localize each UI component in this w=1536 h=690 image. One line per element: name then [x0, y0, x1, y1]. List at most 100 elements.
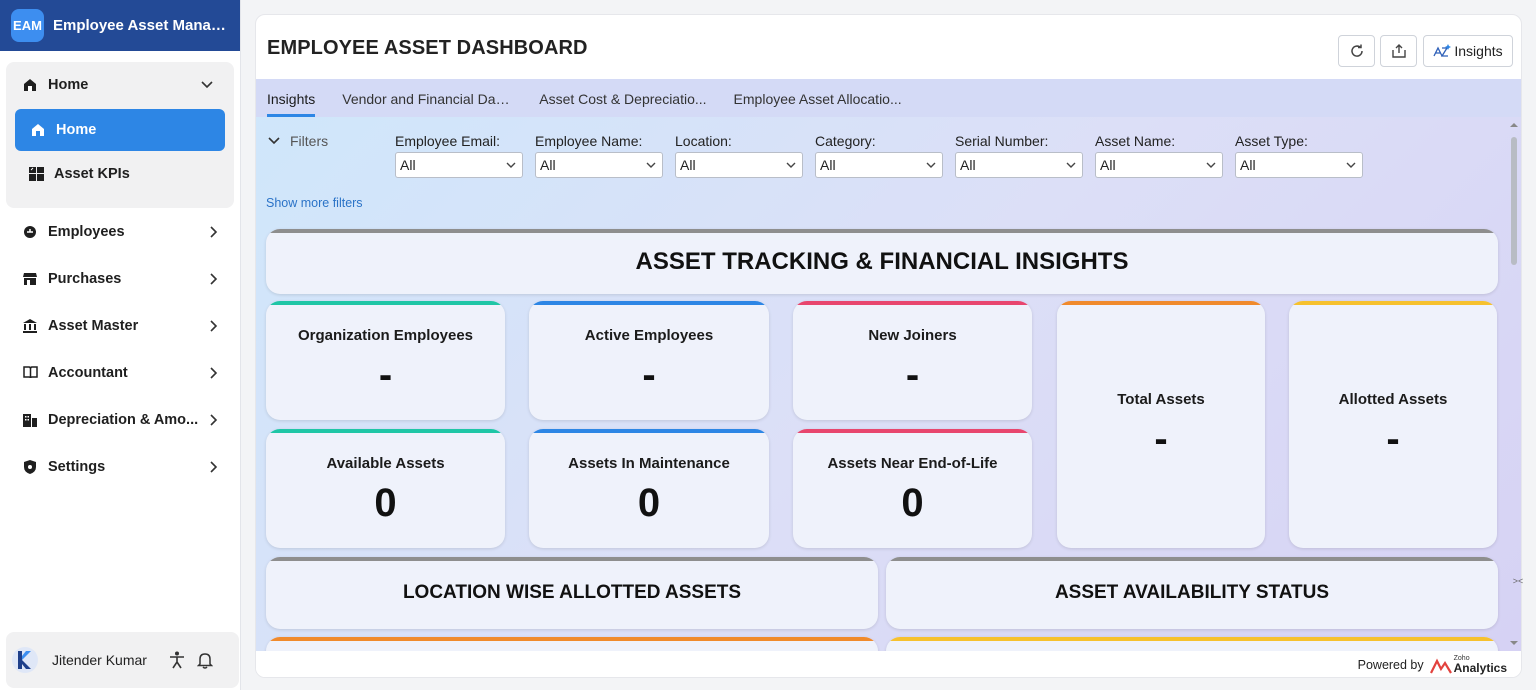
kpi-card[interactable]: Organization Employees -	[266, 301, 505, 420]
asset-type-select[interactable]: All	[1235, 152, 1363, 178]
tab-vendor-financial[interactable]: Vendor and Financial Das...	[342, 91, 512, 117]
chevron-down-icon	[786, 162, 796, 168]
sidebar-item-purchases[interactable]: Purchases	[0, 255, 240, 302]
kpi-card[interactable]: Assets Near End-of-Life 0	[793, 429, 1032, 548]
kpi-card[interactable]: Total Assets -	[1057, 301, 1265, 548]
kpi-title: Allotted Assets	[1338, 391, 1448, 408]
kpi-card[interactable]: Available Assets 0	[266, 429, 505, 548]
building-icon	[22, 412, 38, 428]
tab-asset-cost[interactable]: Asset Cost & Depreciatio...	[539, 91, 706, 117]
show-more-filters-link[interactable]: Show more filters	[266, 196, 363, 210]
powered-by-label: Powered by	[1357, 657, 1424, 672]
kpi-value: 0	[637, 481, 661, 525]
filter-location: Location: All	[675, 133, 803, 178]
filter-employee-name: Employee Name: All	[535, 133, 663, 178]
scroll-down-icon[interactable]	[1508, 639, 1520, 647]
accessibility-icon[interactable]	[168, 651, 186, 669]
chevron-down-icon	[1346, 162, 1356, 168]
export-button[interactable]	[1380, 35, 1417, 67]
sidebar-item-label: Settings	[48, 458, 106, 475]
chevron-right-icon[interactable]	[206, 366, 220, 380]
app-title[interactable]: Employee Asset Manage...	[53, 17, 231, 34]
chart-card	[266, 637, 878, 651]
scroll-up-icon[interactable]	[1508, 121, 1520, 129]
powered-by[interactable]: Powered by Zoho Analytics	[1358, 655, 1507, 674]
chevron-right-icon[interactable]	[206, 460, 220, 474]
kpi-card[interactable]: Allotted Assets -	[1289, 301, 1497, 548]
card-accent-bar	[529, 301, 769, 305]
kpi-title: Assets Near End-of-Life	[827, 455, 998, 472]
zoho-analytics-logo: Zoho Analytics	[1429, 655, 1507, 675]
sidebar-item-label: Asset KPIs	[54, 166, 130, 182]
tab-insights[interactable]: Insights	[267, 91, 316, 117]
user-name: Jitender Kumar	[52, 652, 147, 668]
chevron-down-icon[interactable]	[200, 77, 214, 91]
filter-category: Category: All	[815, 133, 943, 178]
kpi-value: -	[378, 353, 393, 397]
sidebar-item-depreciation[interactable]: Depreciation & Amo...	[0, 396, 240, 443]
filter-label: Category:	[815, 133, 876, 149]
chevron-down-icon	[1066, 162, 1076, 168]
kpi-card[interactable]: Assets In Maintenance 0	[529, 429, 769, 548]
kpi-card[interactable]: New Joiners -	[793, 301, 1032, 420]
sidebar-item-employees[interactable]: Employees	[0, 208, 240, 255]
brand-big: Analytics	[1453, 661, 1507, 675]
chevron-right-icon[interactable]	[206, 272, 220, 286]
category-select[interactable]: All	[815, 152, 943, 178]
sidebar-item-home[interactable]: Home	[15, 109, 225, 151]
avatar[interactable]	[12, 647, 38, 673]
scroll-thumb[interactable]	[1511, 137, 1517, 265]
kpi-title: Total Assets	[1117, 391, 1205, 408]
filters-toggle[interactable]: Filters	[268, 133, 328, 149]
employee-email-select[interactable]: All	[395, 152, 523, 178]
sidebar-item-label: Depreciation & Amo...	[48, 411, 199, 428]
card-accent-bar	[793, 429, 1032, 433]
card-accent-bar	[266, 637, 878, 641]
sidebar-item-asset-kpis[interactable]: Asset KPIs	[6, 155, 234, 193]
card-accent-bar	[793, 301, 1032, 305]
sidebar-item-accountant[interactable]: Accountant	[0, 349, 240, 396]
bell-icon[interactable]	[196, 651, 214, 669]
filter-asset-name: Asset Name: All	[1095, 133, 1223, 178]
tab-employee-allocation[interactable]: Employee Asset Allocatio...	[734, 91, 902, 117]
home-icon	[30, 122, 46, 138]
employees-icon	[22, 224, 38, 240]
kpi-title: Available Assets	[326, 455, 445, 472]
insights-button[interactable]: Insights	[1423, 35, 1513, 67]
chevron-right-icon[interactable]	[206, 413, 220, 427]
user-profile[interactable]: Jitender Kumar	[6, 632, 239, 688]
sidebar-item-asset-master[interactable]: Asset Master	[0, 302, 240, 349]
book-icon	[22, 365, 38, 381]
serial-number-select[interactable]: All	[955, 152, 1083, 178]
shield-icon	[22, 459, 38, 475]
filters-label: Filters	[290, 133, 329, 149]
sidebar-item-label: Asset Master	[48, 317, 139, 334]
kpi-value: -	[1386, 417, 1400, 461]
location-select[interactable]: All	[675, 152, 803, 178]
app-logo[interactable]: EAM	[11, 9, 44, 42]
analytics-logo-icon	[1429, 658, 1452, 674]
select-value: All	[540, 157, 556, 173]
employee-name-select[interactable]: All	[535, 152, 663, 178]
dashboard-tabs: Insights Vendor and Financial Das... Ass…	[256, 79, 1521, 117]
kpi-value: 0	[374, 481, 397, 525]
chevron-right-icon[interactable]	[206, 225, 220, 239]
sidebar-item-label: Accountant	[48, 364, 128, 381]
sidebar: EAM Employee Asset Manage... Home Home A…	[0, 0, 241, 690]
refresh-button[interactable]	[1338, 35, 1375, 67]
chevron-right-icon[interactable]	[206, 319, 220, 333]
kpi-card[interactable]: Active Employees -	[529, 301, 769, 420]
kpi-title: Organization Employees	[297, 327, 474, 344]
chevron-down-icon	[268, 137, 280, 145]
home-icon	[22, 77, 38, 93]
filter-label: Serial Number:	[955, 133, 1049, 149]
collapse-panel-icon[interactable]: ><	[1507, 570, 1529, 592]
app-header: EAM Employee Asset Manage...	[0, 0, 240, 51]
sidebar-item-home-group[interactable]: Home	[6, 66, 234, 104]
card-accent-bar	[266, 301, 505, 305]
chevron-down-icon	[506, 162, 516, 168]
asset-name-select[interactable]: All	[1095, 152, 1223, 178]
chevron-down-icon	[646, 162, 656, 168]
sidebar-item-settings[interactable]: Settings	[0, 443, 240, 490]
kpi-title: New Joiners	[868, 327, 957, 344]
